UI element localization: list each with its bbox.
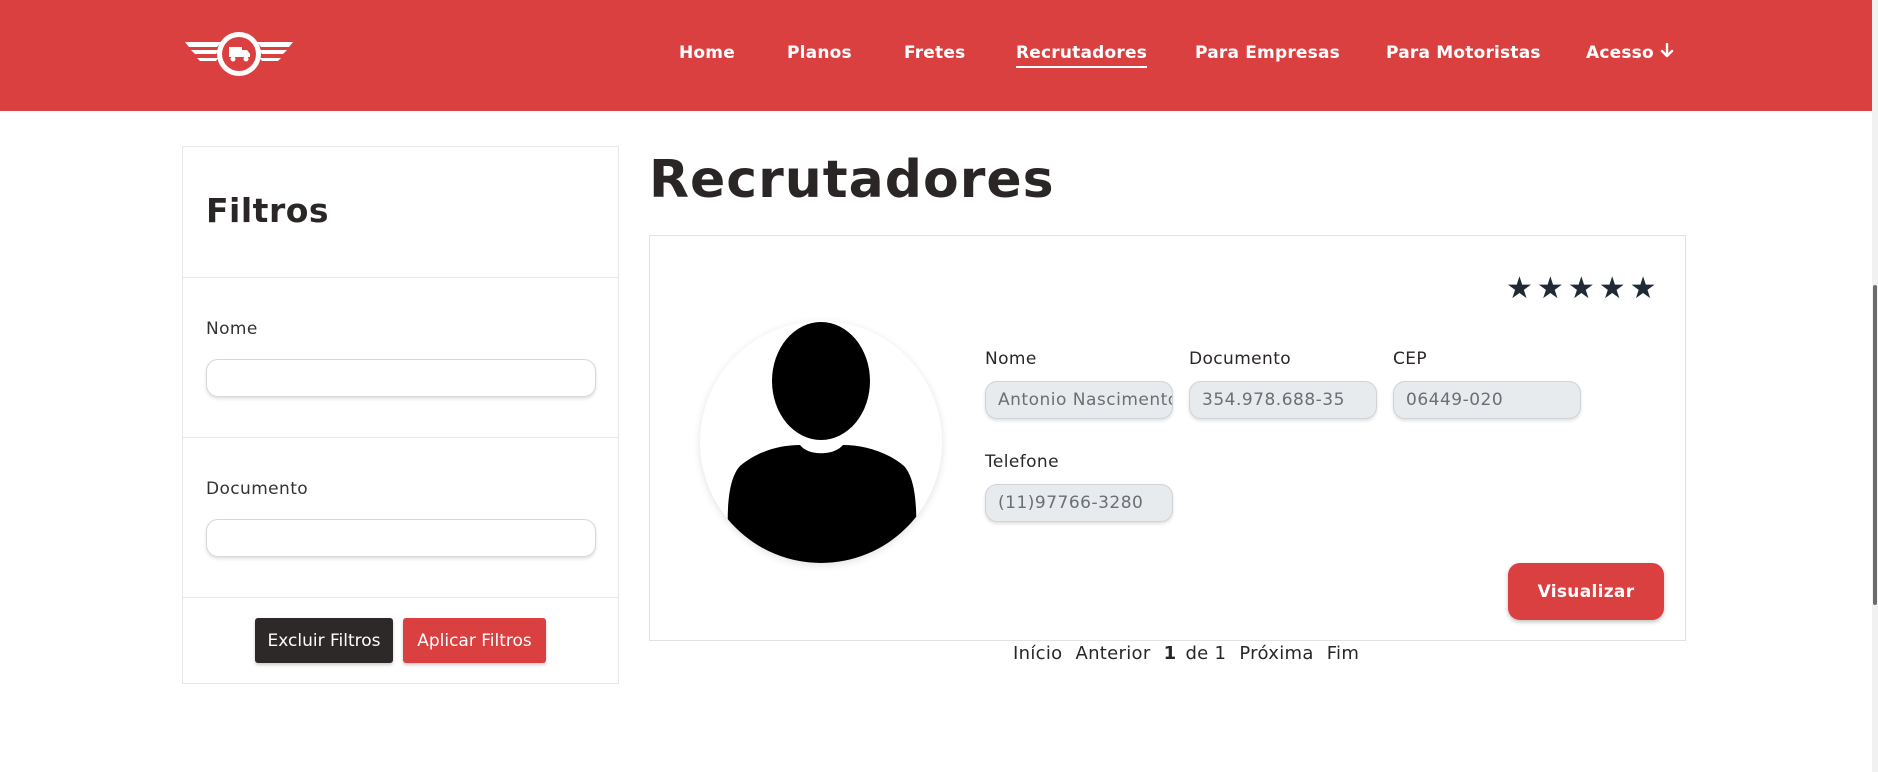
filter-document-input[interactable] <box>206 519 596 557</box>
card-cep-label: CEP <box>1393 349 1428 369</box>
recruiter-card: ★ ★ ★ ★ ★ Nome Antonio Nascimento Docume… <box>649 235 1686 641</box>
filters-header: Filtros <box>183 147 618 278</box>
star-icon: ★ <box>1567 271 1595 306</box>
pagination-next[interactable]: Próxima <box>1239 643 1313 664</box>
nav-acesso[interactable]: Acesso <box>1586 42 1674 63</box>
filters-title: Filtros <box>206 191 330 230</box>
card-name-field[interactable]: Antonio Nascimento <box>985 381 1173 419</box>
star-icon: ★ <box>1506 271 1533 306</box>
star-icon: ★ <box>1598 271 1626 306</box>
nav-fretes[interactable]: Fretes <box>904 43 965 63</box>
card-document-label: Documento <box>1189 349 1292 369</box>
arrow-down-icon <box>1660 42 1674 63</box>
main-nav: Home Planos Fretes Recrutadores Para Emp… <box>0 0 1872 111</box>
pagination-total: de 1 <box>1185 643 1227 664</box>
filters-panel: Filtros Nome Documento Excluir Filtros A… <box>182 146 619 684</box>
nav-para-empresas[interactable]: Para Empresas <box>1195 43 1340 63</box>
nav-recrutadores[interactable]: Recrutadores <box>1016 43 1148 68</box>
nav-planos[interactable]: Planos <box>787 43 852 63</box>
pagination-prev[interactable]: Anterior <box>1075 643 1150 664</box>
filter-document-section: Documento <box>183 438 618 598</box>
pagination-last[interactable]: Fim <box>1327 643 1359 664</box>
card-document-field[interactable]: 354.978.688-35 <box>1189 381 1377 419</box>
card-phone-label: Telefone <box>985 452 1059 472</box>
filter-name-input[interactable] <box>206 359 596 397</box>
scrollbar-thumb[interactable] <box>1873 285 1877 605</box>
apply-filters-button[interactable]: Aplicar Filtros <box>403 618 546 663</box>
star-icon: ★ <box>1536 271 1564 306</box>
top-navbar: Home Planos Fretes Recrutadores Para Emp… <box>0 0 1872 111</box>
page-title: Recrutadores <box>649 150 1055 210</box>
filter-name-section: Nome <box>183 278 618 438</box>
star-icon: ★ <box>1629 271 1657 306</box>
nav-home[interactable]: Home <box>679 43 735 63</box>
filter-document-label: Documento <box>206 479 309 499</box>
filter-name-label: Nome <box>206 319 258 339</box>
pagination: Início Anterior 1 de 1 Próxima Fim <box>1013 643 1366 664</box>
page-scrollbar[interactable] <box>1872 0 1878 772</box>
pagination-first[interactable]: Início <box>1013 643 1062 664</box>
rating-stars: ★ ★ ★ ★ ★ <box>1506 274 1657 304</box>
view-button[interactable]: Visualizar <box>1508 563 1664 620</box>
avatar <box>700 321 942 563</box>
card-cep-field[interactable]: 06449-020 <box>1393 381 1581 419</box>
pagination-current: 1 <box>1163 643 1177 664</box>
nav-acesso-label: Acesso <box>1586 43 1654 63</box>
card-phone-field[interactable]: (11)97766-3280 <box>985 484 1173 522</box>
nav-para-motoristas[interactable]: Para Motoristas <box>1386 43 1541 63</box>
clear-filters-button[interactable]: Excluir Filtros <box>255 618 393 663</box>
card-name-label: Nome <box>985 349 1037 369</box>
user-silhouette-icon <box>727 322 917 563</box>
